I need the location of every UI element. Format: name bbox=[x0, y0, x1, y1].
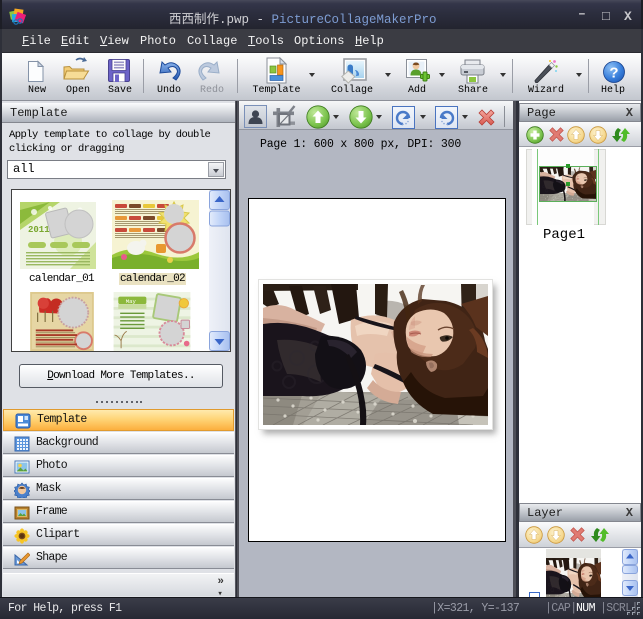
svg-text:May: May bbox=[126, 298, 137, 305]
svg-text:?: ? bbox=[609, 65, 618, 82]
svg-text:2011: 2011 bbox=[28, 225, 50, 235]
